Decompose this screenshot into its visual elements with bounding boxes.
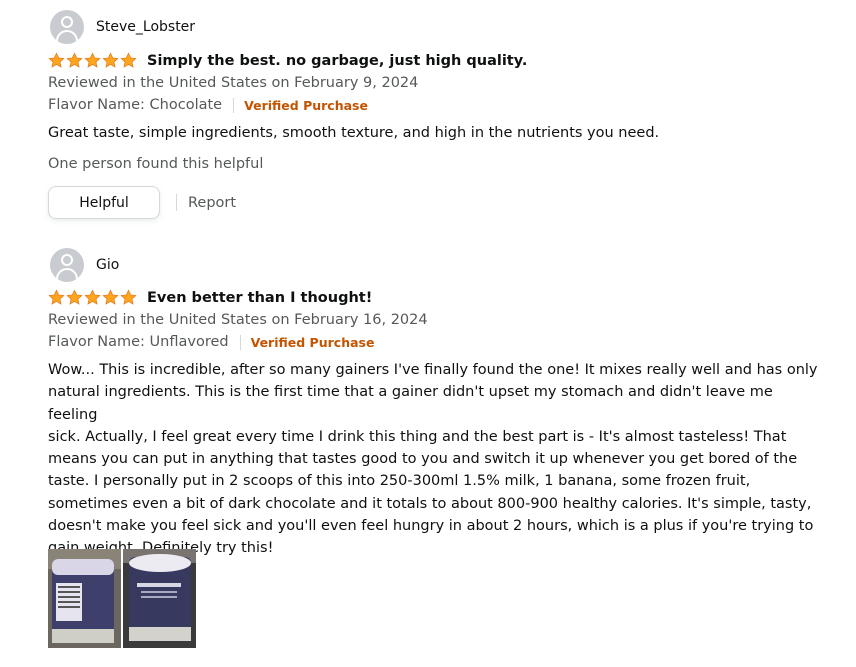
report-link[interactable]: Report	[188, 195, 236, 211]
star-rating[interactable]	[48, 289, 137, 306]
review-body: Wow... This is incredible, after so many…	[48, 359, 818, 560]
star-icon	[48, 52, 65, 68]
reviewer-name[interactable]: Steve_Lobster	[96, 19, 195, 35]
review-date: Reviewed in the United States on Februar…	[48, 312, 428, 328]
divider	[233, 97, 235, 113]
review-title[interactable]: Even better than I thought!	[147, 290, 372, 306]
helpful-button[interactable]: Helpful	[48, 186, 160, 219]
review-image[interactable]	[48, 549, 121, 648]
star-icon	[102, 289, 119, 305]
avatar	[50, 10, 84, 44]
review-body-line: taste. I personally put in 2 scoops of t…	[48, 473, 751, 490]
flavor-name[interactable]: Flavor Name: Unflavored	[48, 334, 229, 350]
reviewer-name[interactable]: Gio	[96, 257, 119, 273]
avatar	[50, 248, 84, 282]
reviewer-profile[interactable]: Gio	[50, 248, 119, 282]
star-icon	[120, 52, 137, 68]
verified-purchase-badge: Verified Purchase	[250, 334, 375, 350]
star-icon	[48, 289, 65, 305]
review-body-line: sick. Actually, I feel great every time …	[48, 428, 787, 445]
flavor-name[interactable]: Flavor Name: Chocolate	[48, 97, 222, 113]
review-images	[48, 549, 196, 648]
star-icon	[84, 52, 101, 68]
review-body-line: doesn't make you feel sick and you'll ev…	[48, 518, 814, 535]
review-title[interactable]: Simply the best. no garbage, just high q…	[147, 53, 527, 69]
review-body: Great taste, simple ingredients, smooth …	[48, 125, 660, 141]
star-icon	[66, 289, 83, 305]
divider	[176, 194, 177, 211]
review-image[interactable]	[123, 549, 196, 648]
review-body-line: means you can put in anything that taste…	[48, 451, 798, 468]
star-icon	[102, 52, 119, 68]
review-body-line: sometimes even a bit of dark chocolate a…	[48, 495, 812, 512]
reviewer-profile[interactable]: Steve_Lobster	[50, 10, 195, 44]
review-date: Reviewed in the United States on Februar…	[48, 75, 419, 91]
verified-purchase-badge: Verified Purchase	[244, 97, 368, 113]
star-icon	[66, 52, 83, 68]
helpful-count: One person found this helpful	[48, 156, 264, 172]
star-rating[interactable]	[48, 52, 137, 69]
star-icon	[84, 289, 101, 305]
review-body-line: natural ingredients. This is the first t…	[48, 384, 773, 423]
divider	[239, 334, 241, 350]
star-icon	[120, 289, 137, 305]
review-body-line: Wow... This is incredible, after so many…	[48, 362, 818, 378]
